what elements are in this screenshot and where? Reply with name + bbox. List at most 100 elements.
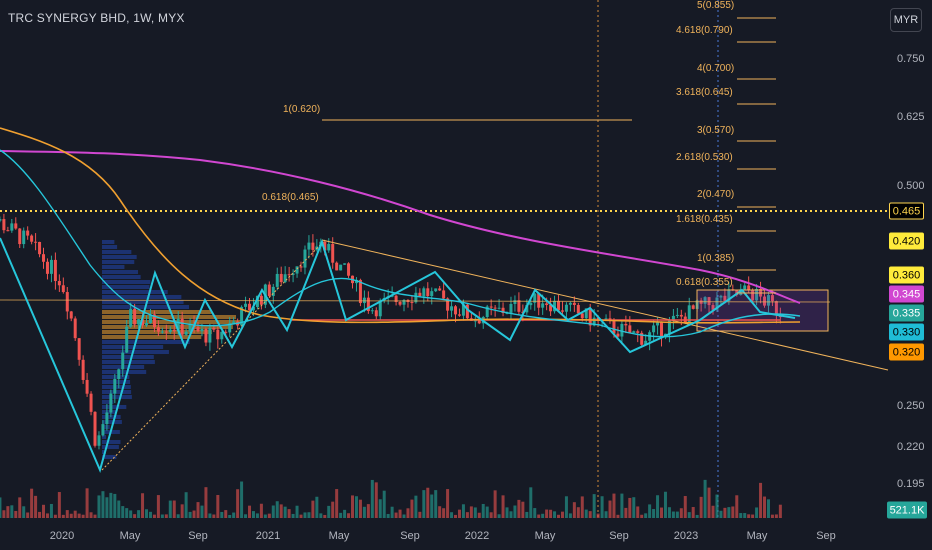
candle-body — [30, 235, 34, 242]
candle-body — [628, 325, 632, 333]
volume-profile-bar — [102, 445, 119, 449]
volume-bar — [663, 491, 667, 518]
fib-label: 0.618(0.465) — [262, 192, 319, 203]
candle-body — [89, 393, 93, 412]
volume-bar — [398, 509, 402, 518]
candle-body — [22, 230, 26, 245]
candle-body — [244, 303, 248, 307]
volume-bar — [735, 495, 739, 518]
volume-bar — [73, 510, 77, 518]
candle-body — [133, 308, 137, 325]
volume-bar — [14, 510, 18, 518]
x-axis-tick: Sep — [400, 530, 420, 542]
fib-label: 4.618(0.790) — [676, 25, 733, 36]
candle-body — [418, 292, 422, 297]
volume-bar — [216, 494, 220, 518]
volume-bar — [683, 496, 687, 518]
candle-body — [362, 297, 366, 304]
candle-body — [541, 303, 545, 308]
candle-body — [636, 331, 640, 333]
candle-body — [212, 327, 216, 330]
candle-body — [588, 308, 592, 326]
candle-body — [545, 303, 549, 306]
volume-profile-bar — [102, 390, 132, 394]
volume-bar — [588, 511, 592, 518]
candle-body — [85, 379, 89, 394]
x-axis-tick: May — [328, 530, 350, 542]
volume-bar — [145, 509, 149, 518]
volume-bar — [699, 496, 703, 518]
candle-body — [339, 264, 343, 271]
volume-bar — [275, 501, 279, 518]
volume-profile-bar — [102, 250, 132, 254]
candle-body — [691, 305, 695, 309]
volume-bar — [533, 508, 537, 518]
candle-body — [49, 259, 53, 274]
x-axis-tick: May — [119, 530, 141, 542]
volume-bar — [517, 499, 521, 518]
candle-body — [208, 327, 212, 343]
volume-profile-bar — [102, 295, 182, 299]
candle-body — [335, 262, 339, 271]
candle-body — [137, 319, 141, 325]
volume-bar — [747, 514, 751, 518]
volume-bar — [30, 488, 34, 518]
volume-bar — [410, 499, 414, 518]
volume-bar — [711, 505, 715, 518]
volume-bar — [49, 503, 53, 518]
volume-bar — [707, 487, 711, 518]
volume-bar — [220, 511, 224, 518]
candle-body — [93, 411, 97, 446]
volume-bar — [766, 499, 770, 518]
volume-bar — [125, 508, 129, 518]
volume-profile-bar — [102, 290, 168, 294]
volume-bar — [232, 512, 236, 518]
volume-bar — [61, 514, 65, 518]
candle-body — [45, 261, 49, 274]
volume-bar — [263, 514, 267, 518]
volume-profile-bar — [102, 240, 115, 244]
volume-bar — [497, 514, 501, 518]
volume-bar — [141, 493, 145, 518]
volume-profile-bar — [102, 340, 190, 344]
price-chart[interactable] — [0, 0, 932, 550]
candle-body — [216, 329, 220, 340]
fib-label: 3.618(0.645) — [676, 87, 733, 98]
candle-body — [564, 304, 568, 312]
fib-label: 1(0.385) — [697, 253, 735, 264]
volume-bar — [386, 513, 390, 518]
price-tag: 0.360 — [889, 266, 924, 284]
volume-bar — [255, 513, 259, 518]
fib-label: 1.618(0.435) — [676, 214, 733, 225]
volume-bar — [667, 507, 671, 518]
volume-bar — [521, 501, 525, 518]
volume-profile-bar — [102, 345, 164, 349]
volume-bar — [620, 493, 624, 518]
y-axis-tick: 0.500 — [897, 180, 925, 192]
candle-body — [145, 322, 149, 326]
volume-bar — [204, 487, 208, 518]
volume-bar — [176, 514, 180, 518]
volume-bar — [382, 490, 386, 518]
volume-bar — [493, 490, 497, 518]
price-tag: 0.335 — [889, 304, 924, 322]
candle-body — [109, 393, 113, 413]
volume-bar — [137, 510, 141, 518]
volume-bar — [545, 509, 549, 518]
fib-label: 2.618(0.530) — [676, 152, 733, 163]
volume-bar — [42, 504, 46, 518]
candle-body — [287, 274, 291, 276]
volume-bar — [196, 502, 200, 518]
volume-bar — [600, 496, 604, 518]
candle-body — [303, 249, 307, 268]
candle-body — [580, 313, 584, 319]
volume-bar — [168, 500, 172, 518]
candle-body — [129, 308, 133, 327]
volume-bar — [22, 506, 26, 518]
x-axis-tick: Sep — [609, 530, 629, 542]
volume-bar — [608, 500, 612, 518]
candle-body — [121, 352, 125, 370]
volume-bar — [755, 507, 759, 518]
fib-label: 1(0.620) — [283, 104, 321, 115]
volume-bar — [224, 510, 228, 518]
